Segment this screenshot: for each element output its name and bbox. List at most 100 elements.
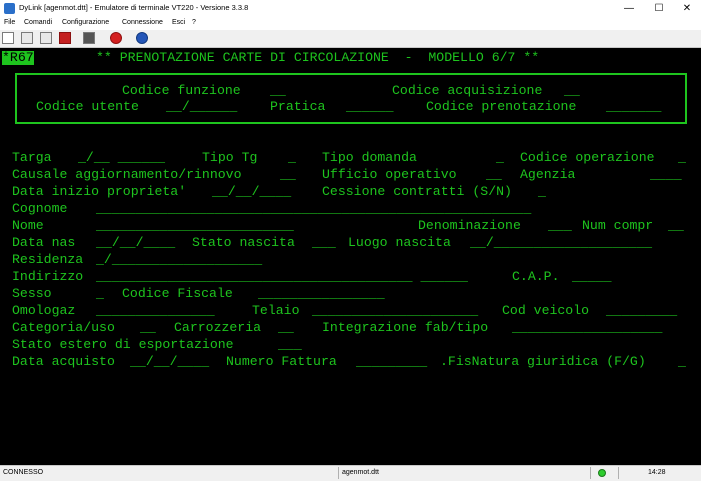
- terminal-indicator: *R67: [2, 50, 34, 65]
- codice-fiscale-field[interactable]: ________________: [258, 287, 385, 301]
- data-inizio-field[interactable]: __/__/____: [212, 185, 291, 199]
- terminal-screen[interactable]: *R67 ** PRENOTAZIONE CARTE DI CIRCOLAZIO…: [0, 48, 701, 465]
- indirizzo-field[interactable]: ________________________________________…: [96, 270, 468, 284]
- agenzia-field[interactable]: ____: [650, 168, 682, 182]
- window-title: DyLink [agenmot.dtt] - Emulatore di term…: [19, 3, 249, 12]
- close-button[interactable]: ✕: [672, 0, 701, 17]
- codice-prenotazione-label: Codice prenotazione: [426, 99, 577, 114]
- open-icon[interactable]: [2, 32, 14, 44]
- codice-funzione-label: Codice funzione: [122, 83, 241, 98]
- exit-icon[interactable]: [110, 32, 122, 44]
- connection-led-icon: [598, 469, 606, 477]
- status-time: 14:28: [648, 469, 666, 476]
- pratica-field[interactable]: ______: [346, 100, 393, 114]
- causale-field[interactable]: __: [280, 168, 296, 182]
- carrozzeria-label: Carrozzeria: [174, 320, 262, 335]
- print-icon[interactable]: [83, 32, 95, 44]
- sesso-field[interactable]: _: [96, 287, 104, 301]
- cognome-field[interactable]: ________________________________________…: [96, 202, 531, 216]
- targa-label: Targa: [12, 150, 52, 165]
- telaio-field[interactable]: _____________________: [312, 304, 478, 318]
- data-inizio-label: Data inizio proprieta': [12, 184, 187, 199]
- stop-icon[interactable]: [59, 32, 71, 44]
- connect-icon[interactable]: [40, 32, 52, 44]
- categoria-field[interactable]: __: [140, 321, 156, 335]
- menu-connessione[interactable]: Connessione: [122, 19, 163, 26]
- pratica-label: Pratica: [270, 99, 326, 114]
- menu-bar: File Comandi Configurazione Connessione …: [0, 17, 701, 30]
- agenzia-label: Agenzia: [520, 167, 576, 182]
- toolbar: [0, 30, 701, 48]
- tipo-tg-label: Tipo Tg: [202, 150, 258, 165]
- codice-prenotazione-field[interactable]: _______: [606, 100, 661, 114]
- targa-field[interactable]: _/__ ______: [78, 151, 165, 165]
- app-icon[interactable]: [4, 3, 15, 14]
- codice-funzione-field[interactable]: __: [270, 84, 286, 98]
- title-bar: DyLink [agenmot.dtt] - Emulatore di term…: [0, 0, 701, 17]
- luogo-nascita-field[interactable]: __/____________________: [470, 236, 652, 250]
- help-icon[interactable]: [136, 32, 148, 44]
- sesso-label: Sesso: [12, 286, 52, 301]
- telaio-label: Telaio: [252, 303, 300, 318]
- carrozzeria-field[interactable]: __: [278, 321, 294, 335]
- numero-fattura-field[interactable]: _________: [356, 355, 427, 369]
- status-separator: [338, 467, 339, 479]
- stato-nascita-field[interactable]: ___: [312, 236, 336, 250]
- numero-fattura-label: Numero Fattura: [226, 354, 337, 369]
- nome-label: Nome: [12, 218, 44, 233]
- num-compr-field[interactable]: __: [668, 219, 684, 233]
- codice-acquisizione-label: Codice acquisizione: [392, 83, 543, 98]
- categoria-label: Categoria/uso: [12, 320, 115, 335]
- residenza-field[interactable]: _/___________________: [96, 253, 262, 267]
- cod-veicolo-field[interactable]: _________: [606, 304, 677, 318]
- integrazione-field[interactable]: ___________________: [512, 321, 662, 335]
- omologaz-label: Omologaz: [12, 303, 76, 318]
- num-compr-label: Num compr: [582, 218, 654, 233]
- status-bar: CONNESSO agenmot.dtt 14:28: [0, 465, 701, 481]
- folder-icon[interactable]: [21, 32, 33, 44]
- status-separator: [590, 467, 591, 479]
- status-file: agenmot.dtt: [342, 469, 379, 476]
- denominazione-label: Denominazione: [418, 218, 521, 233]
- omologaz-field[interactable]: _______________: [96, 304, 215, 318]
- cap-label: C.A.P.: [512, 269, 560, 284]
- ufficio-label: Ufficio operativo: [322, 167, 457, 182]
- tipo-domanda-field[interactable]: _: [496, 151, 504, 165]
- data-acquisto-label: Data acquisto: [12, 354, 115, 369]
- menu-configurazione[interactable]: Configurazione: [62, 19, 109, 26]
- codice-utente-field[interactable]: __/______: [166, 100, 237, 114]
- codice-utente-label: Codice utente: [36, 99, 139, 114]
- nome-field[interactable]: _________________________: [96, 219, 294, 233]
- menu-help[interactable]: ?: [192, 19, 196, 26]
- menu-esci[interactable]: Esci: [172, 19, 185, 26]
- menu-comandi[interactable]: Comandi: [24, 19, 52, 26]
- data-nas-field[interactable]: __/__/____: [96, 236, 175, 250]
- menu-file[interactable]: File: [4, 19, 15, 26]
- causale-label: Causale aggiornamento/rinnovo: [12, 167, 242, 182]
- luogo-nascita-label: Luogo nascita: [348, 235, 451, 250]
- cessione-field[interactable]: _: [538, 185, 546, 199]
- minimize-button[interactable]: —: [614, 0, 644, 17]
- stato-estero-field[interactable]: ___: [278, 338, 302, 352]
- screen-title: ** PRENOTAZIONE CARTE DI CIRCOLAZIONE - …: [96, 50, 540, 65]
- data-acquisto-field[interactable]: __/__/____: [130, 355, 209, 369]
- codice-operazione-field[interactable]: _: [678, 151, 686, 165]
- stato-nascita-label: Stato nascita: [192, 235, 295, 250]
- indirizzo-label: Indirizzo: [12, 269, 84, 284]
- codice-acquisizione-field[interactable]: __: [564, 84, 580, 98]
- codice-fiscale-label: Codice Fiscale: [122, 286, 233, 301]
- data-nas-label: Data nas: [12, 235, 76, 250]
- connection-status: CONNESSO: [3, 469, 44, 476]
- integrazione-label: Integrazione fab/tipo: [322, 320, 489, 335]
- maximize-button[interactable]: ☐: [644, 0, 674, 17]
- tipo-tg-field[interactable]: _: [288, 151, 296, 165]
- denominazione-field[interactable]: ___: [548, 219, 572, 233]
- stato-estero-label: Stato estero di esportazione: [12, 337, 234, 352]
- cognome-label: Cognome: [12, 201, 68, 216]
- status-separator: [618, 467, 619, 479]
- tipo-domanda-label: Tipo domanda: [322, 150, 417, 165]
- fisnatura-field[interactable]: _: [678, 355, 686, 369]
- cap-field[interactable]: _____: [572, 270, 612, 284]
- cessione-label: Cessione contratti (S/N): [322, 184, 512, 199]
- ufficio-field[interactable]: __: [486, 168, 502, 182]
